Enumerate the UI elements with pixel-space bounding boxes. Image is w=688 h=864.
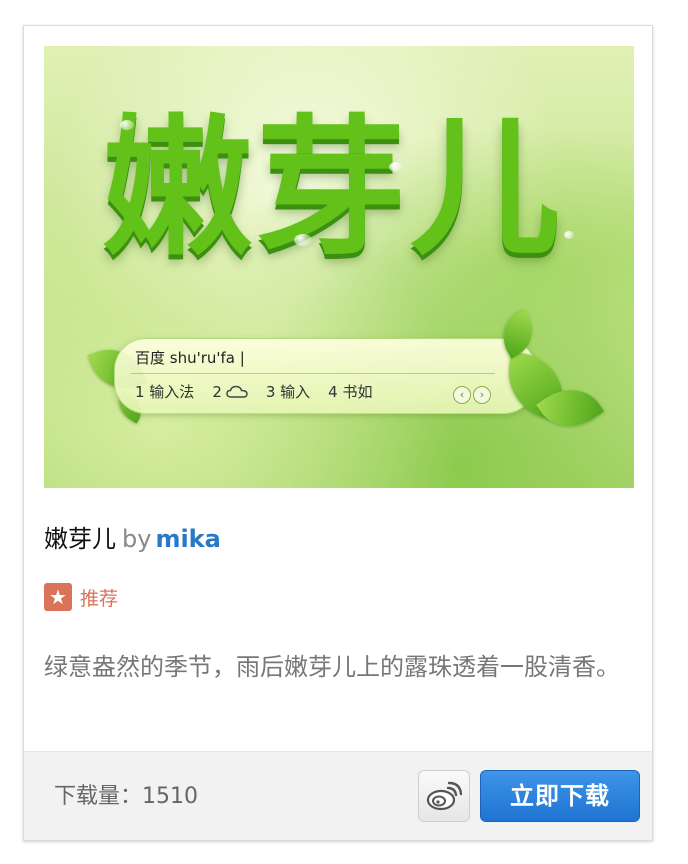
ime-prev-icon: ‹ xyxy=(453,386,471,404)
weibo-share-button[interactable] xyxy=(418,770,470,822)
skin-name: 嫩芽儿 xyxy=(44,525,116,553)
badge-label: 推荐 xyxy=(80,587,119,610)
skin-card: 嫩芽儿 百度 shu'ru'fa | 1 输入法 2 3 输入 4 书如 ‹ › 嫩芽儿… xyxy=(23,25,653,841)
ime-next-icon: › xyxy=(473,386,491,404)
dew-drop-icon xyxy=(389,162,403,172)
skin-title: 嫩芽儿 by mika xyxy=(44,524,221,554)
recommended-badge: ★ 推荐 xyxy=(44,583,118,611)
dew-drop-icon xyxy=(564,231,574,239)
by-label: by xyxy=(122,525,152,553)
ime-divider xyxy=(131,373,495,374)
download-count: 下载量：1510 xyxy=(54,784,198,809)
ime-candidate: 4 书如 xyxy=(328,383,373,401)
dew-drop-icon xyxy=(120,120,134,130)
download-now-button[interactable]: 立即下载 xyxy=(480,770,640,822)
skin-preview-image[interactable]: 嫩芽儿 百度 shu'ru'fa | 1 输入法 2 3 输入 4 书如 ‹ › xyxy=(44,46,634,488)
ime-candidate: 2 xyxy=(212,383,248,401)
ime-candidate: 1 输入法 xyxy=(135,383,195,401)
weibo-icon xyxy=(426,781,462,811)
author-link[interactable]: mika xyxy=(155,525,220,553)
skin-description: 绿意盎然的季节，雨后嫩芽儿上的露珠透着一股清香。 xyxy=(44,653,620,681)
dew-drop-icon xyxy=(294,234,312,246)
ime-candidate: 3 输入 xyxy=(265,383,311,401)
ime-candidates: 1 输入法 2 3 输入 4 书如 xyxy=(135,381,390,402)
preview-title-art: 嫩芽儿 xyxy=(102,102,565,276)
star-icon: ★ xyxy=(44,583,72,611)
ime-page-nav: ‹ › xyxy=(451,383,491,404)
ime-input-text: 百度 shu'ru'fa | xyxy=(135,349,245,367)
cloud-icon xyxy=(226,385,248,398)
ime-toolbar-preview: 百度 shu'ru'fa | 1 输入法 2 3 输入 4 书如 ‹ › xyxy=(114,338,536,414)
card-footer: 下载量：1510 立即下载 xyxy=(24,751,652,840)
